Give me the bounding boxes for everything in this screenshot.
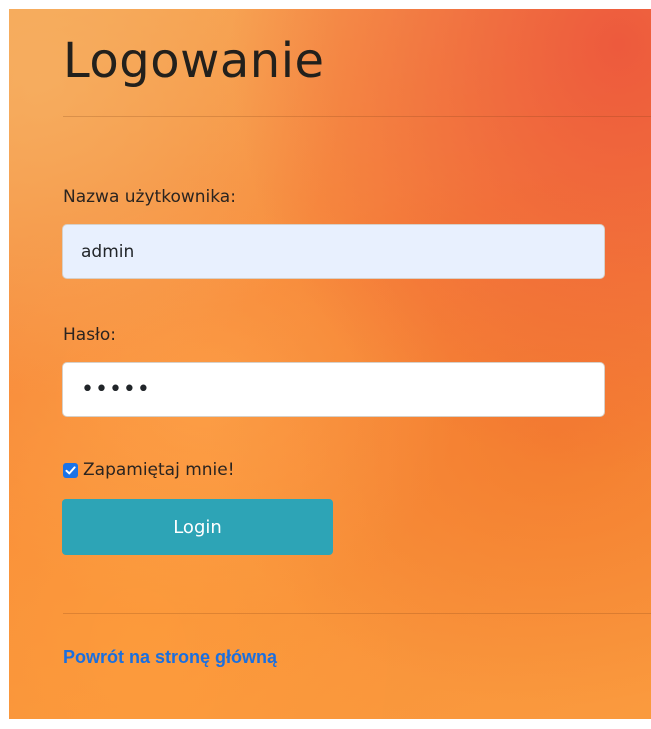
username-input[interactable] bbox=[62, 224, 605, 279]
check-icon bbox=[65, 465, 76, 474]
title-divider bbox=[63, 116, 651, 117]
remember-me-checkbox[interactable] bbox=[63, 462, 78, 478]
password-input[interactable] bbox=[62, 362, 605, 417]
login-button[interactable]: Login bbox=[62, 499, 333, 555]
footer-divider bbox=[63, 613, 651, 614]
password-label: Hasło: bbox=[63, 325, 117, 345]
login-panel: Logowanie Nazwa użytkownika: Hasło: Zapa… bbox=[9, 9, 651, 719]
username-label: Nazwa użytkownika: bbox=[63, 187, 236, 207]
home-link[interactable]: Powrót na stronę główną bbox=[63, 647, 277, 668]
remember-me-row[interactable]: Zapamiętaj mnie! bbox=[63, 459, 235, 481]
remember-me-label: Zapamiętaj mnie! bbox=[83, 460, 235, 480]
page-title: Logowanie bbox=[63, 33, 325, 89]
